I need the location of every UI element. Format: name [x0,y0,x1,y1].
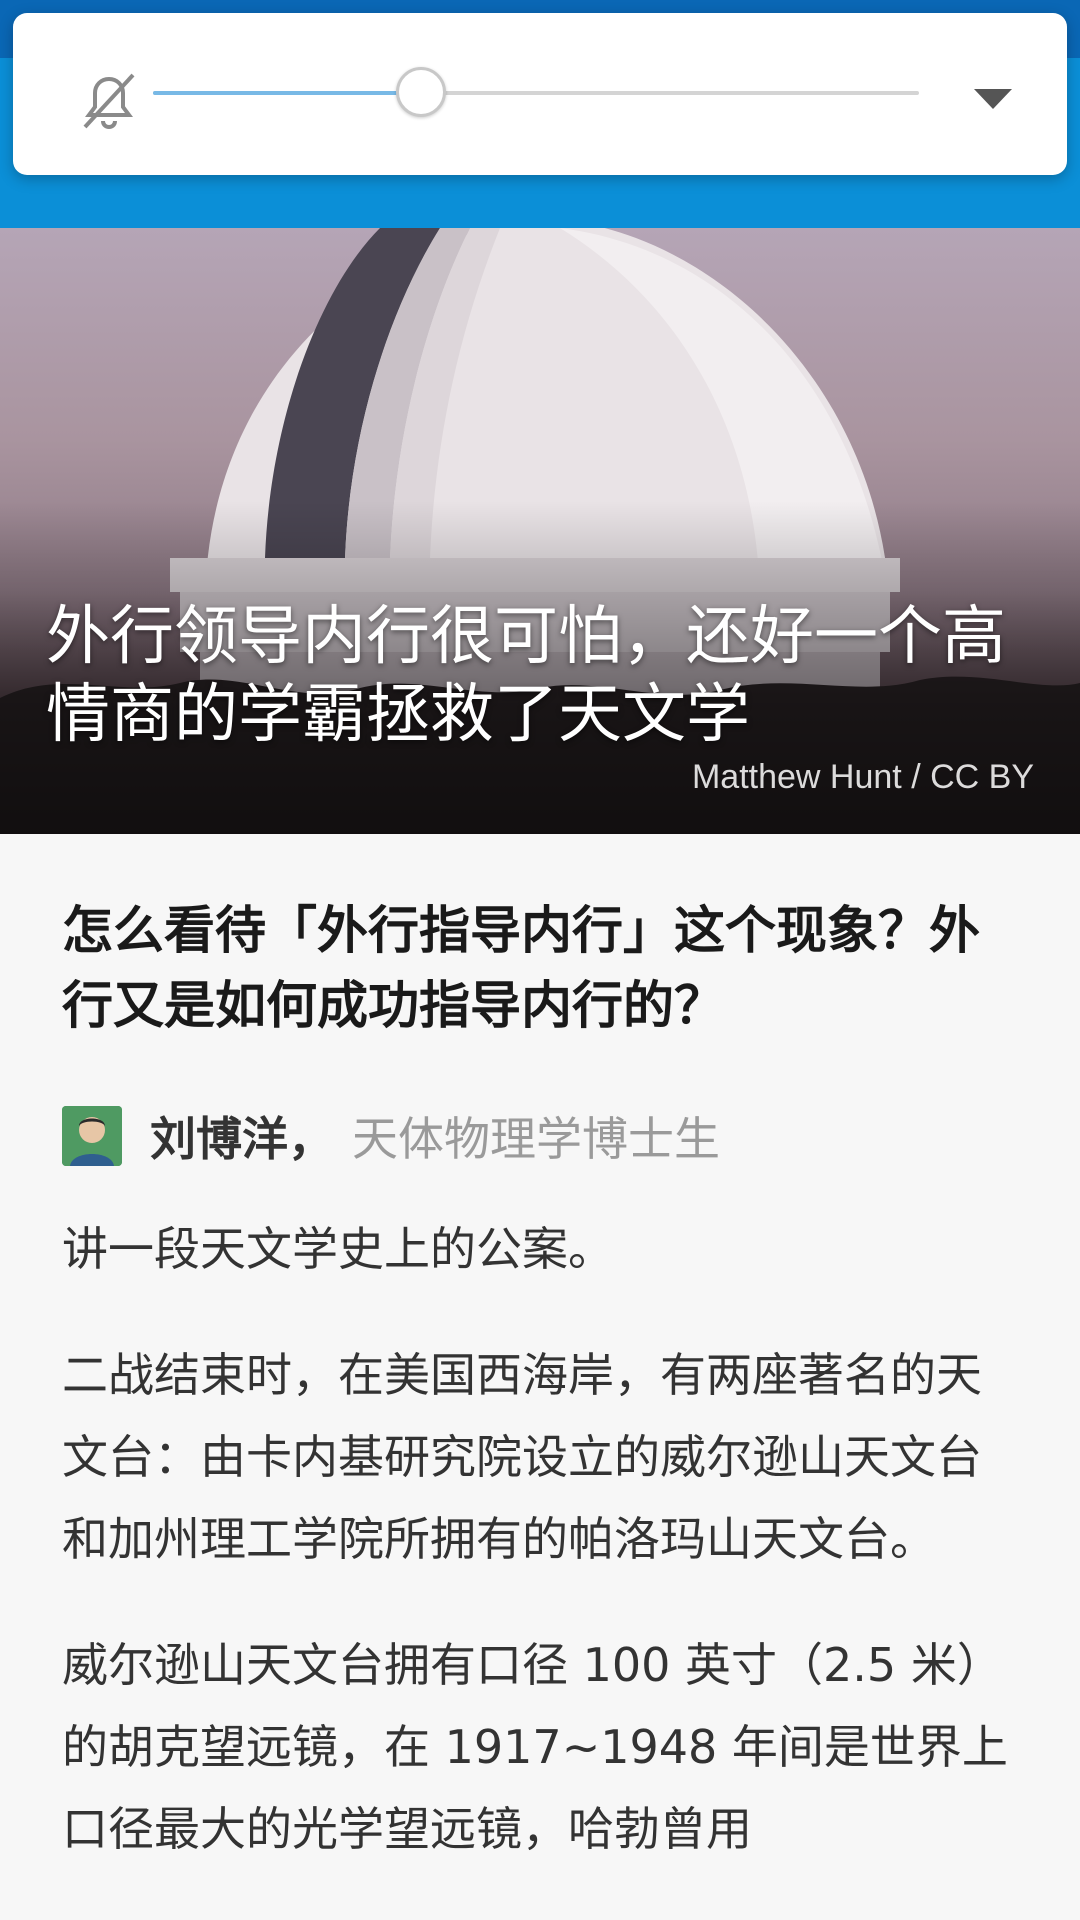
volume-slider[interactable] [153,67,919,117]
expand-volume-icon[interactable] [970,83,1016,113]
author-row[interactable]: 刘博洋， 天体物理学博士生 [62,1104,1022,1168]
paragraph: 讲一段天文学史上的公案。 [62,1222,614,1276]
avatar[interactable] [62,1106,122,1166]
paragraph: 威尔逊山天文台拥有口径 100 英寸（2.5 米）的胡克望远镜，在 1917~1… [62,1638,1008,1856]
author-name[interactable]: 刘博洋， [150,1103,334,1169]
article-title: 外行领导内行很可怕，还好一个高情商的学霸拯救了天文学 [46,600,1006,752]
question-title[interactable]: 怎么看待「外行指导内行」这个现象？外行又是如何成功指导内行的？ [62,894,1022,1044]
author-title: 天体物理学博士生 [352,1112,720,1166]
article-content: 怎么看待「外行指导内行」这个现象？外行又是如何成功指导内行的？ 刘博洋， 天体物… [62,834,1022,1870]
volume-slider-thumb[interactable] [396,67,447,117]
paragraph: 二战结束时，在美国西海岸，有两座著名的天文台：由卡内基研究院设立的威尔逊山天文台… [62,1348,982,1566]
hero-image: 外行领导内行很可怕，还好一个高情商的学霸拯救了天文学 Matthew Hunt … [0,228,1080,834]
volume-slider-fill [153,91,422,95]
bell-off-icon[interactable] [73,65,145,137]
image-credit: Matthew Hunt / CC BY [691,758,1034,796]
volume-panel [13,13,1067,175]
article-page: 4 63 [0,0,1080,1920]
